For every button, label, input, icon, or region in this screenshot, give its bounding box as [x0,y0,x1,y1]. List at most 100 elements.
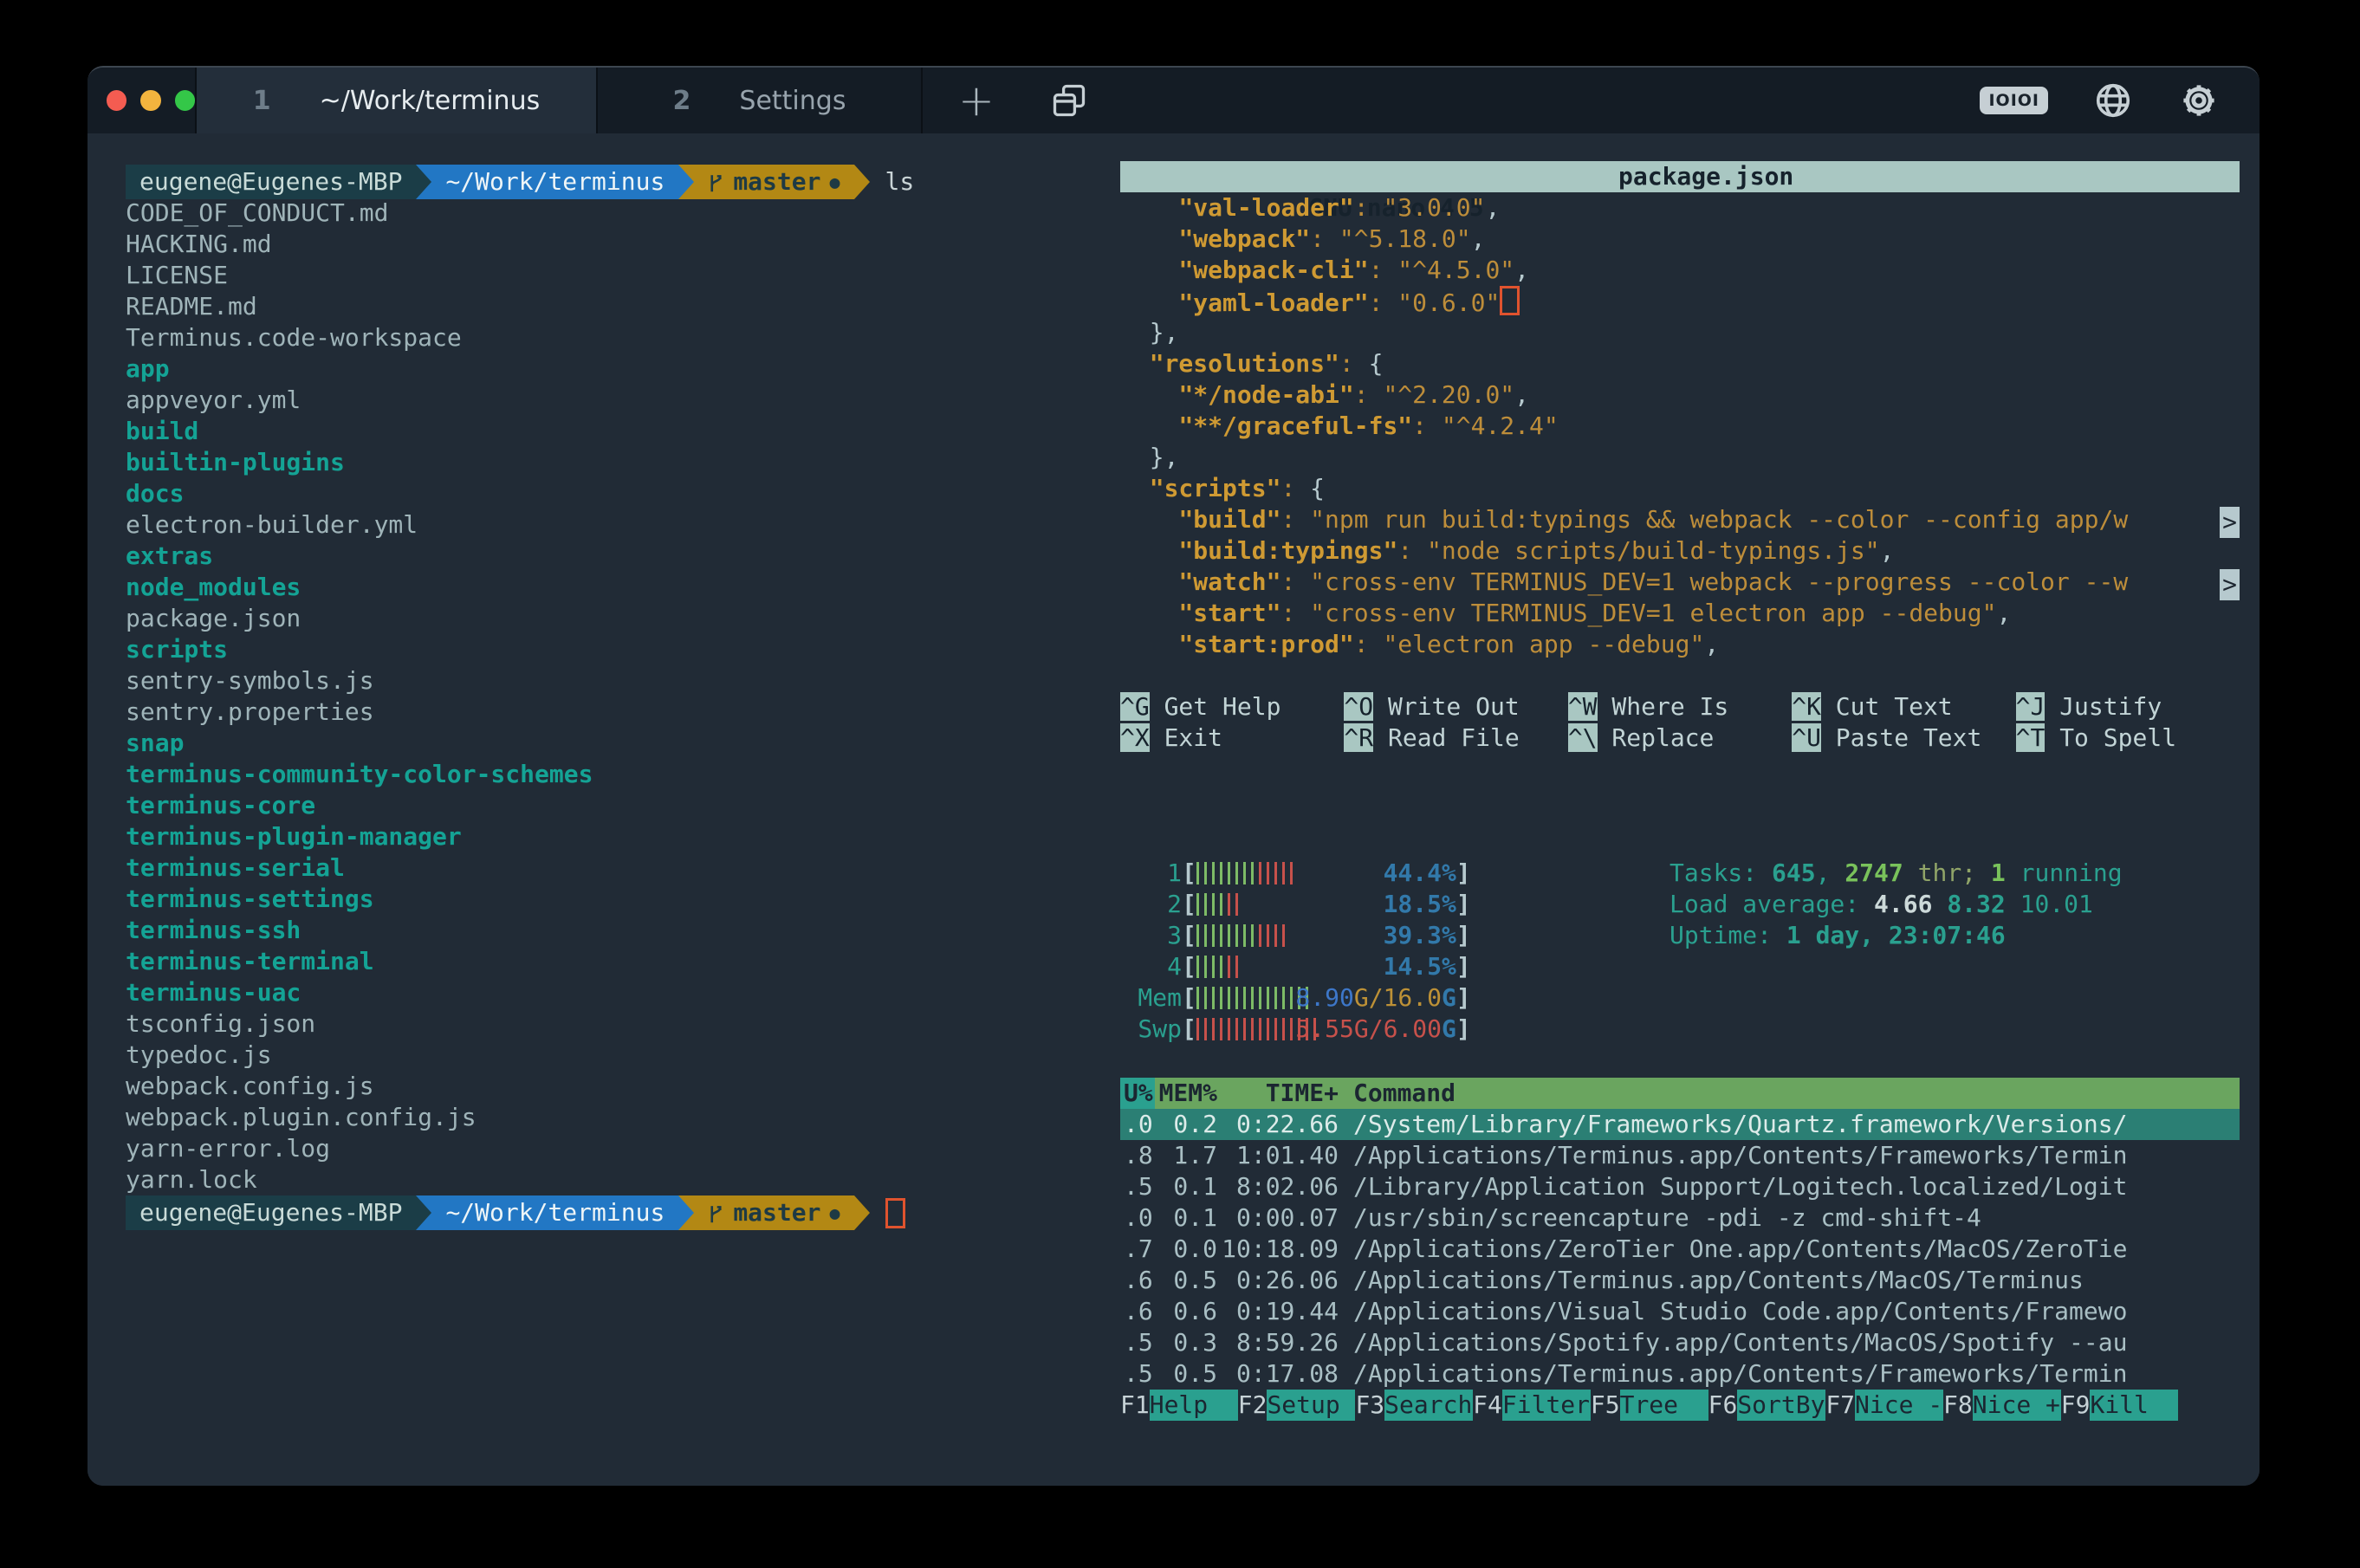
code-segment: , [1514,380,1529,409]
meter-label: 4 [1138,951,1182,982]
cell-time: 0:19.44 [1217,1296,1339,1327]
terminal-area: eugene@Eugenes-MBP ~/Work/terminus maste… [88,133,2260,1486]
zoom-button[interactable] [175,90,195,111]
globe-button[interactable] [2093,81,2133,120]
col-time[interactable]: TIME+ [1217,1078,1339,1109]
fkey-label: Kill [2090,1390,2178,1421]
fkey-key: F1 [1120,1390,1150,1421]
meter-bracket: [ [1182,889,1196,920]
nano-line: "scripts": { [1120,473,2240,504]
file-item: typedoc.js [126,1040,1118,1071]
right-pane[interactable]: GNU nano 4.5 package.json "val-loader": … [1120,161,2240,1486]
prompt-line-top: eugene@Eugenes-MBP ~/Work/terminus maste… [126,165,1118,199]
split-duplicate-button[interactable] [1030,68,1108,133]
nano-line: "resolutions": { [1120,348,2240,379]
stat-line: Load average: 4.66 8.32 10.01 [1670,889,2123,920]
dir-item: scripts [126,634,1118,665]
stat-segment: Uptime: [1670,921,1786,949]
fkey-key: F6 [1708,1390,1738,1421]
nano-title-bar: GNU nano 4.5 package.json [1120,161,2240,192]
code-segment [1120,256,1178,284]
powerline-arrow [854,1195,870,1230]
file-item: electron-builder.yml [126,509,1118,541]
shell-pane[interactable]: eugene@Eugenes-MBP ~/Work/terminus maste… [126,165,1118,1228]
meter-bracket: [ [1182,982,1196,1014]
shortcut-label: Paste Text [1821,723,1981,752]
cell-time: 0:22.66 [1217,1109,1339,1140]
new-tab-button[interactable]: + [923,68,1030,133]
gear-icon [2178,80,2220,121]
dir-item: node_modules [126,572,1118,603]
shortcut-key: ^R [1344,723,1373,752]
cell-mem: 0.5 [1155,1358,1217,1390]
meter-bar-green [1228,987,1230,1009]
meter-bracket: ] [1456,889,1471,920]
code-segment: "build" [1178,505,1280,534]
meter-label: Mem [1138,982,1182,1014]
code-segment: "val-loader" [1178,193,1353,222]
close-button[interactable] [107,90,126,111]
file-name: sentry.properties [126,697,374,726]
col-cpu[interactable]: U% [1120,1078,1155,1109]
serial-badge-icon[interactable]: IOIOI [1980,87,2048,114]
meter-bar-green [1267,987,1269,1009]
meter-bracket: ] [1456,858,1471,889]
tab-title: ~/Work/terminus [320,86,541,116]
dir-item: app [126,353,1118,385]
prompt-line-bottom: eugene@Eugenes-MBP ~/Work/terminus maste… [126,1195,1118,1230]
minimize-button[interactable] [140,90,160,111]
file-item: webpack.plugin.config.js [126,1102,1118,1133]
meter-bar-green [1251,862,1254,884]
meter-bar-green [1251,924,1254,947]
code-segment [1120,380,1178,409]
meter-bar-green [1290,987,1293,1009]
powerline-arrow [416,1195,431,1230]
meter-bar-green [1220,893,1222,916]
tab-number: 2 [673,86,691,116]
fkey-key: F2 [1238,1390,1268,1421]
fkey-label: Tree [1620,1390,1708,1421]
nano-line: "*/node-abi": "^2.20.0", [1120,379,2240,411]
code-segment [1120,411,1178,440]
file-name: node_modules [126,573,301,601]
git-dirty-dot: ● [829,166,840,198]
dir-item: builtin-plugins [126,447,1118,478]
process-row: .60.60:19.44/Applications/Visual Studio … [1120,1296,2240,1327]
tab-settings[interactable]: 2 Settings [598,68,923,133]
meter-bar-green [1204,956,1207,978]
meter-bar-green [1220,987,1222,1009]
settings-button[interactable] [2178,80,2220,121]
col-mem[interactable]: MEM% [1155,1078,1217,1109]
cell-mem: 0.6 [1155,1296,1217,1327]
cell-command: /Applications/ZeroTier One.app/Contents/… [1353,1234,2127,1265]
tab-work-terminus[interactable]: 1 ~/Work/terminus [197,68,598,133]
code-segment: , [1485,193,1500,222]
nano-shortcut: ^W Where Is [1568,691,1792,722]
meter-bar-red [1290,862,1293,884]
nano-shortcut: ^G Get Help [1120,691,1344,722]
meter-bracket: ] [1456,982,1471,1014]
nano-shortcut-bar: ^G Get Help^O Write Out^W Where Is^K Cut… [1120,691,2240,754]
meter-bar-green [1228,924,1230,947]
meter-bar-green [1204,862,1207,884]
file-name: typedoc.js [126,1040,272,1069]
file-name: docs [126,479,184,508]
meter-bar-red [1282,924,1285,947]
code-segment: , [1704,630,1719,658]
code-segment: "**/graceful-fs" [1178,411,1412,440]
htop-meters: Tasks: 645, 2747 thr; 1 runningLoad aver… [1138,858,2240,1045]
prompt-user-host: eugene@Eugenes-MBP [126,165,416,199]
cell-command: /System/Library/Frameworks/Quartz.framew… [1353,1109,2127,1140]
meter-bar-red [1259,862,1261,884]
memory-meter: Mem[8.90G/16.0G] [1138,982,2240,1014]
file-list: CODE_OF_CONDUCT.mdHACKING.mdLICENSEREADM… [126,198,1118,1195]
nano-shortcut-row: ^X Exit^R Read File^\ Replace^U Paste Te… [1120,722,2240,754]
file-name: terminus-community-color-schemes [126,760,593,788]
process-row: .50.50:17.08/Applications/Terminus.app/C… [1120,1358,2240,1390]
col-command[interactable]: Command [1353,1078,1456,1109]
plus-icon: + [958,75,995,126]
terminal-cursor [885,1198,905,1228]
fkey-item: F6SortBy [1708,1390,1826,1421]
fkey-label: Setup [1267,1390,1355,1421]
code-segment: "build:typings" [1178,536,1397,565]
